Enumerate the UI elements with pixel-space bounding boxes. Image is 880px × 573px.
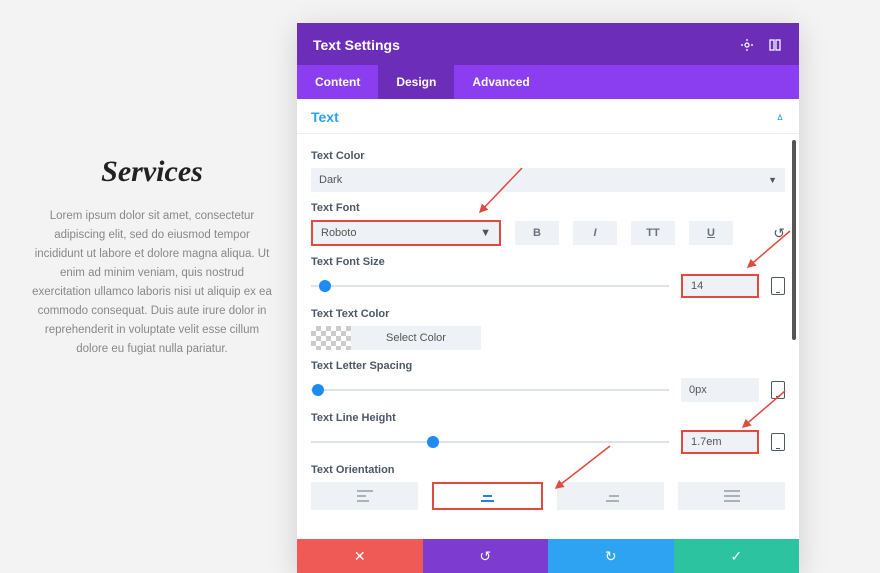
expand-icon[interactable] — [739, 37, 755, 53]
scrollbar[interactable] — [792, 140, 796, 340]
undo-button[interactable]: ↺ — [423, 539, 549, 573]
modal-title: Text Settings — [313, 37, 400, 53]
reset-icon[interactable]: ↺ — [773, 225, 785, 242]
color-swatch[interactable] — [311, 326, 351, 350]
label-text-color: Text Color — [311, 150, 785, 162]
preview-body: Lorem ipsum dolor sit amet, consectetur … — [32, 207, 272, 359]
underline-button[interactable]: U — [689, 221, 733, 245]
text-settings-modal: Text Settings Content Design Advanced Te… — [297, 23, 799, 573]
caret-down-icon: ▼ — [480, 227, 491, 239]
font-size-slider[interactable] — [311, 277, 669, 295]
label-text-text-color: Text Text Color — [311, 308, 785, 320]
label-orientation: Text Orientation — [311, 464, 785, 476]
letter-spacing-slider[interactable] — [311, 381, 669, 399]
line-height-slider[interactable] — [311, 433, 669, 451]
cancel-button[interactable]: ✕ — [297, 539, 423, 573]
uppercase-button[interactable]: TT — [631, 221, 675, 245]
align-right-button[interactable] — [557, 482, 664, 510]
align-center-button[interactable] — [432, 482, 543, 510]
section-title: Text — [311, 109, 339, 125]
bold-button[interactable]: B — [515, 221, 559, 245]
label-font-size: Text Font Size — [311, 256, 785, 268]
snap-icon[interactable] — [767, 37, 783, 53]
text-color-select[interactable]: Dark ▼ — [311, 168, 785, 192]
label-letter-spacing: Text Letter Spacing — [311, 360, 785, 372]
preview-heading: Services — [32, 155, 272, 189]
tab-content[interactable]: Content — [297, 65, 378, 99]
caret-down-icon: ▼ — [768, 175, 777, 185]
responsive-icon[interactable] — [771, 381, 785, 399]
responsive-icon[interactable] — [771, 277, 785, 295]
redo-button[interactable]: ↻ — [548, 539, 674, 573]
modal-action-bar: ✕ ↺ ↻ ✓ — [297, 539, 799, 573]
modal-tabs: Content Design Advanced — [297, 65, 799, 99]
tab-design[interactable]: Design — [378, 65, 454, 99]
line-height-input[interactable]: 1.7em — [681, 430, 759, 454]
modal-header: Text Settings — [297, 23, 799, 65]
page-preview: Services Lorem ipsum dolor sit amet, con… — [32, 155, 272, 359]
italic-button[interactable]: I — [573, 221, 617, 245]
font-family-select[interactable]: Roboto ▼ — [311, 220, 501, 246]
label-line-height: Text Line Height — [311, 412, 785, 424]
save-button[interactable]: ✓ — [674, 539, 800, 573]
label-text-font: Text Font — [311, 202, 785, 214]
section-header-text[interactable]: Text ㅿ — [297, 99, 799, 134]
align-left-button[interactable] — [311, 482, 418, 510]
letter-spacing-input[interactable]: 0px — [681, 378, 759, 402]
panel-body: Text Color Dark ▼ Text Font Roboto ▼ B I… — [297, 134, 799, 539]
responsive-icon[interactable] — [771, 433, 785, 451]
chevron-up-icon: ㅿ — [775, 109, 785, 125]
font-family-value: Roboto — [321, 227, 356, 239]
tab-advanced[interactable]: Advanced — [454, 65, 547, 99]
font-size-input[interactable]: 14 — [681, 274, 759, 298]
align-justify-button[interactable] — [678, 482, 785, 510]
select-color-button[interactable]: Select Color — [351, 326, 481, 350]
text-color-value: Dark — [319, 174, 342, 186]
